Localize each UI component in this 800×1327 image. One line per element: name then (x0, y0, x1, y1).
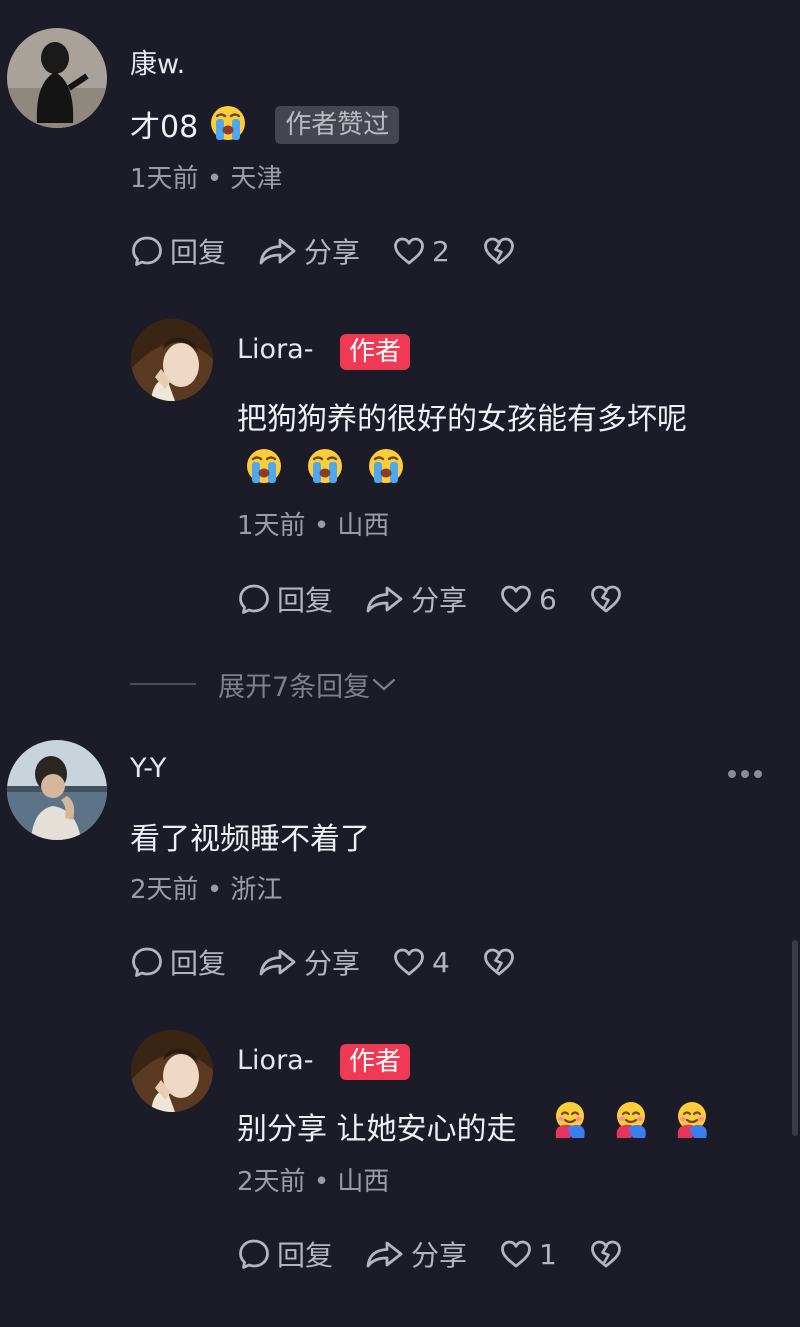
crying-emoji (366, 446, 406, 486)
like-count: 4 (432, 945, 450, 979)
comment-actions: 回复 分享 6 (237, 579, 661, 619)
broken-heart-icon (589, 1238, 623, 1270)
reply-bubble-icon (130, 234, 164, 268)
reply-button[interactable]: 回复 (237, 579, 333, 619)
share-button[interactable]: 分享 (365, 1234, 467, 1274)
author-badge: 作者 (340, 334, 411, 370)
heart-icon (392, 235, 426, 267)
share-button[interactable]: 分享 (258, 231, 360, 271)
comment-actions: 回复 分享 2 (130, 231, 554, 271)
like-button[interactable]: 1 (499, 1238, 557, 1271)
share-button[interactable]: 分享 (258, 942, 360, 982)
username[interactable]: Liora- (237, 334, 313, 365)
share-arrow-icon (365, 1237, 405, 1271)
expand-replies-button[interactable]: 展开7条回复 (130, 664, 398, 704)
meta-separator: • (206, 875, 223, 905)
reply-label: 回复 (277, 1239, 334, 1272)
dislike-button[interactable] (589, 1238, 629, 1270)
reply-label: 回复 (170, 947, 227, 980)
location: 浙江 (230, 875, 283, 905)
reply-bubble-icon (237, 582, 271, 616)
divider-line (130, 683, 196, 685)
timestamp: 2天前 (237, 1167, 306, 1197)
timestamp: 2天前 (130, 875, 199, 905)
location: 山西 (337, 511, 390, 541)
comment-text: 看了视频睡不着了 (130, 822, 370, 857)
comment-meta: 1天前 • 山西 (237, 505, 389, 542)
broken-heart-icon (482, 946, 516, 978)
meta-separator: • (313, 1167, 330, 1197)
comment-text: 才08 作者赞过 (130, 102, 400, 151)
username[interactable]: 康w. (130, 42, 185, 81)
broken-heart-icon (589, 583, 623, 615)
comment-actions: 回复 分享 1 (237, 1234, 661, 1274)
dislike-button[interactable] (589, 583, 629, 615)
share-label: 分享 (304, 236, 361, 269)
author-liked-badge: 作者赞过 (275, 106, 400, 144)
location: 天津 (230, 164, 283, 194)
reply-label: 回复 (170, 236, 227, 269)
share-label: 分享 (411, 584, 468, 617)
reply-bubble-icon (130, 945, 164, 979)
share-arrow-icon (365, 582, 405, 616)
avatar[interactable] (7, 740, 107, 840)
like-count: 6 (539, 582, 557, 616)
reply-label: 回复 (277, 584, 334, 617)
heart-icon (499, 1238, 533, 1270)
more-dots-icon[interactable] (728, 770, 762, 778)
scrollbar[interactable] (792, 940, 798, 1136)
meta-separator: • (313, 511, 330, 541)
avatar[interactable] (131, 319, 213, 401)
comment-text: 把狗狗养的很好的女孩能有多坏呢 (237, 402, 687, 437)
comment-text-content: 别分享 让她安心的走 (237, 1112, 517, 1147)
timestamp: 1天前 (237, 511, 306, 541)
crying-emoji (244, 446, 284, 486)
comment-meta: 2天前 • 山西 (237, 1161, 389, 1198)
heart-icon (392, 946, 426, 978)
share-button[interactable]: 分享 (365, 579, 467, 619)
chevron-down-icon (373, 678, 396, 691)
hugging-emoji (611, 1100, 651, 1140)
username[interactable]: Y-Y (130, 753, 166, 784)
reply-button[interactable]: 回复 (130, 231, 226, 271)
share-label: 分享 (411, 1239, 468, 1272)
heart-icon (499, 583, 533, 615)
share-arrow-icon (258, 945, 298, 979)
comment-meta: 2天前 • 浙江 (130, 869, 282, 906)
like-count: 2 (432, 234, 450, 268)
meta-separator: • (206, 164, 223, 194)
hugging-emoji (672, 1100, 712, 1140)
expand-replies-label: 展开7条回复 (218, 671, 371, 703)
comment-text: 别分享 让她安心的走 (237, 1104, 517, 1148)
emoji-row (244, 446, 406, 486)
reply-button[interactable]: 回复 (237, 1234, 333, 1274)
username[interactable]: Liora- (237, 1045, 313, 1076)
broken-heart-icon (482, 235, 516, 267)
comment-text-content: 才08 (130, 110, 199, 145)
avatar[interactable] (131, 1030, 213, 1112)
like-button[interactable]: 4 (392, 946, 450, 979)
hugging-emoji (550, 1100, 590, 1140)
comment-meta: 1天前 • 天津 (130, 158, 282, 195)
author-badge: 作者 (340, 1044, 411, 1080)
location: 山西 (337, 1167, 390, 1197)
comment-actions: 回复 分享 4 (130, 942, 554, 982)
like-count: 1 (539, 1237, 557, 1271)
share-label: 分享 (304, 947, 361, 980)
emoji-row (550, 1100, 712, 1140)
reply-bubble-icon (237, 1237, 271, 1271)
like-button[interactable]: 6 (499, 583, 557, 616)
dislike-button[interactable] (482, 946, 522, 978)
timestamp: 1天前 (130, 164, 199, 194)
avatar[interactable] (7, 28, 107, 128)
share-arrow-icon (258, 234, 298, 268)
dislike-button[interactable] (482, 235, 522, 267)
like-button[interactable]: 2 (392, 235, 450, 268)
crying-emoji (305, 446, 345, 486)
reply-button[interactable]: 回复 (130, 942, 226, 982)
crying-emoji (208, 103, 248, 151)
